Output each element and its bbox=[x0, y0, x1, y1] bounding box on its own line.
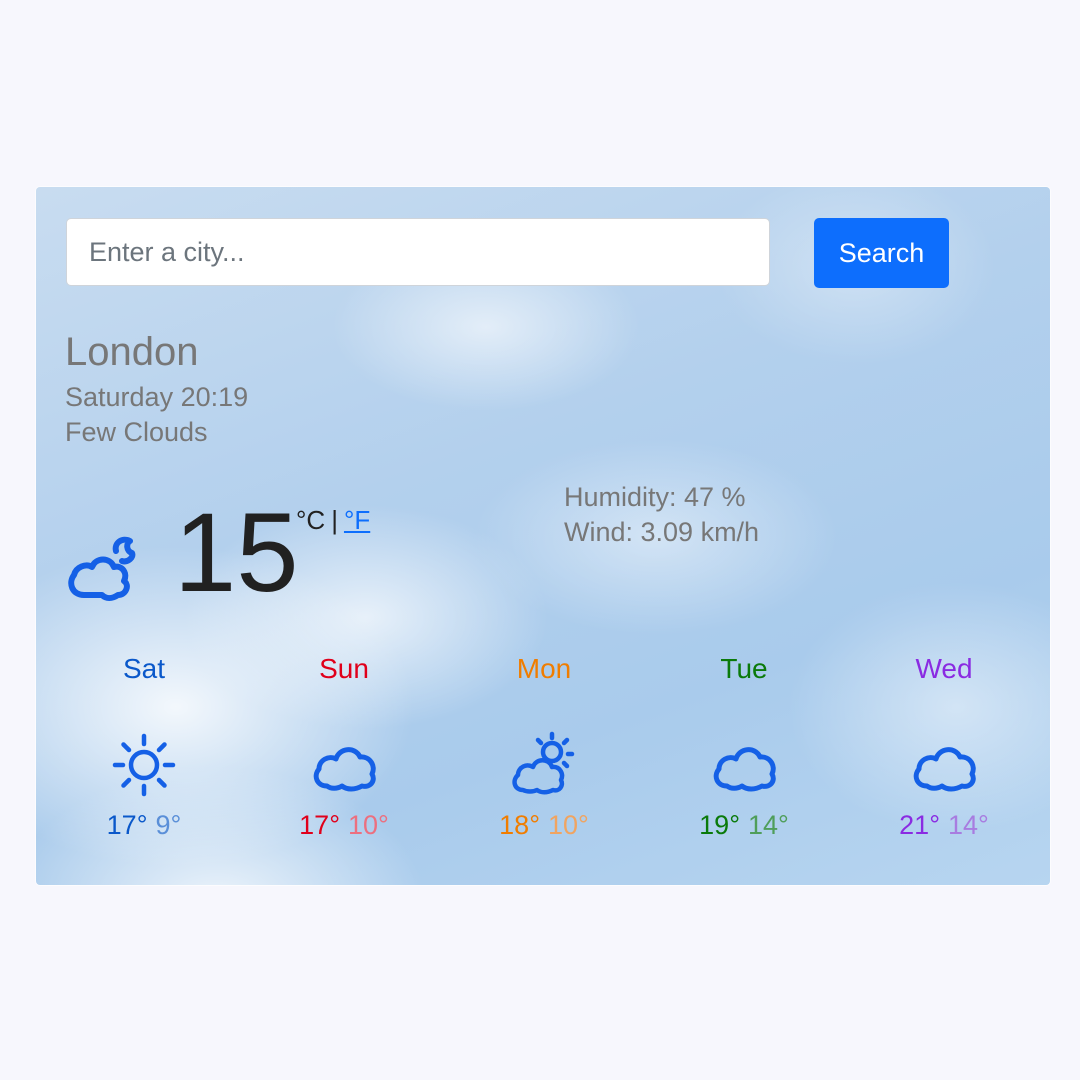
partly-cloudy-icon bbox=[512, 731, 575, 795]
forecast-list: Sat 17° 9° Sun 17° 10° Mon 18° 10° Tue 1… bbox=[44, 652, 1044, 852]
forecast-min-temp: 14° bbox=[748, 810, 789, 840]
forecast-day-name: Sat bbox=[122, 653, 166, 684]
sun-icon bbox=[112, 733, 176, 797]
forecast-temps: 21° 14° bbox=[844, 808, 1044, 842]
forecast-day-tue: Tue 19° 14° bbox=[644, 652, 844, 852]
humidity: Humidity: 47 % bbox=[564, 482, 746, 512]
forecast-temps: 17° 10° bbox=[244, 808, 444, 842]
weather-condition: Few Clouds bbox=[65, 417, 208, 447]
forecast-temps: 19° 14° bbox=[644, 808, 844, 842]
fahrenheit-link[interactable]: °F bbox=[344, 505, 370, 535]
forecast-day-sun: Sun 17° 10° bbox=[244, 652, 444, 852]
cloud-icon bbox=[313, 747, 376, 792]
forecast-min-temp: 10° bbox=[348, 810, 389, 840]
partly-cloudy-night-icon bbox=[68, 536, 136, 601]
search-button[interactable]: Search bbox=[814, 218, 949, 288]
current-datetime: Saturday 20:19 bbox=[65, 382, 249, 412]
forecast-day-name: Tue bbox=[720, 653, 768, 684]
unit-toggle: °C | °F bbox=[296, 505, 370, 536]
forecast-day-sat: Sat 17° 9° bbox=[44, 652, 244, 852]
weather-card: Search London Saturday 20:19 Few Clouds … bbox=[36, 187, 1050, 885]
forecast-temps: 18° 10° bbox=[444, 808, 644, 842]
cloud-icon bbox=[913, 747, 976, 792]
current-temperature: 15 bbox=[174, 490, 299, 615]
forecast-min-temp: 10° bbox=[548, 810, 589, 840]
city-search-input[interactable] bbox=[66, 218, 770, 286]
forecast-day-name: Sun bbox=[319, 653, 369, 684]
forecast-day-wed: Wed 21° 14° bbox=[844, 652, 1044, 852]
city-name: London bbox=[65, 330, 199, 374]
celsius-label: °C bbox=[296, 505, 326, 535]
unit-separator: | bbox=[331, 505, 338, 535]
forecast-max-temp: 17° bbox=[106, 810, 148, 840]
forecast-max-temp: 17° bbox=[299, 810, 340, 840]
forecast-min-temp: 14° bbox=[948, 810, 989, 840]
cloud-icon bbox=[713, 747, 776, 792]
forecast-max-temp: 21° bbox=[899, 810, 940, 840]
forecast-min-temp: 9° bbox=[155, 810, 182, 840]
forecast-max-temp: 19° bbox=[699, 810, 740, 840]
forecast-max-temp: 18° bbox=[499, 810, 540, 840]
forecast-day-mon: Mon 18° 10° bbox=[444, 652, 644, 852]
forecast-day-name: Mon bbox=[516, 653, 572, 684]
forecast-temps: 17° 9° bbox=[44, 808, 244, 842]
forecast-day-name: Wed bbox=[915, 653, 973, 684]
wind-speed: Wind: 3.09 km/h bbox=[564, 517, 760, 547]
